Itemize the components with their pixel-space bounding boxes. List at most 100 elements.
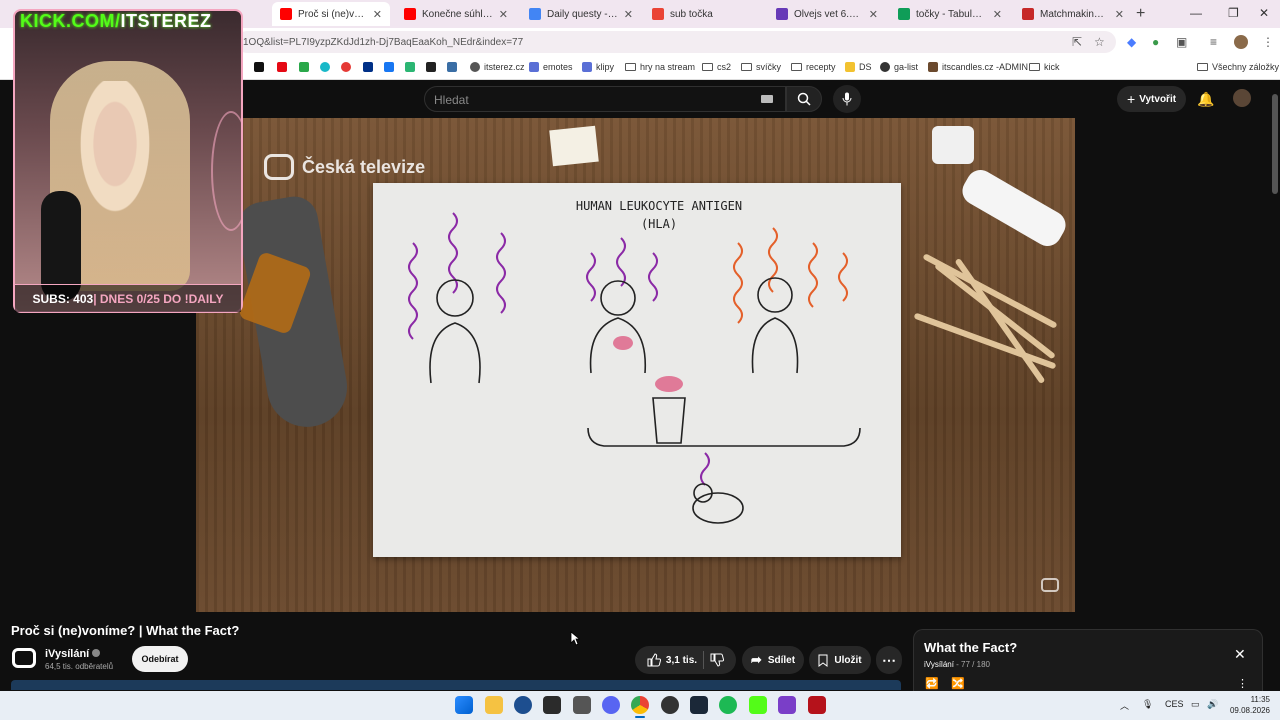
all-bookmarks[interactable]: Všechny záložky <box>1197 62 1279 72</box>
channel-avatar[interactable] <box>12 648 36 668</box>
tab-docs[interactable]: Daily questy - Dokum ✕ <box>521 2 641 26</box>
bookmark-cs2[interactable]: cs2 <box>702 62 731 72</box>
wooden-sticks-prop <box>913 248 1058 388</box>
bookmark-green-icon[interactable] <box>299 62 309 72</box>
tab-sheets[interactable]: točky - Tabulky Goog ✕ <box>890 2 1010 26</box>
search-button[interactable] <box>786 86 822 112</box>
share-button[interactable]: ➦ Sdílet <box>742 646 804 674</box>
bookmark-star-icon[interactable]: ☆ <box>1094 35 1105 49</box>
thumbs-up-icon <box>647 653 661 667</box>
app-triangle-icon[interactable] <box>778 696 796 714</box>
tab-matchmaking[interactable]: Matchmaking - Europ ✕ <box>1014 2 1132 26</box>
tab-close-icon[interactable]: ✕ <box>373 8 382 21</box>
tray-display-icon[interactable]: ▭ <box>1191 699 1200 710</box>
bookmark-facebook-icon[interactable] <box>384 62 394 72</box>
tab-close-icon[interactable]: ✕ <box>499 8 508 21</box>
tab-sub-tocka[interactable]: sub točka <box>644 2 764 26</box>
discord-icon[interactable] <box>602 696 620 714</box>
bookmark-paypal-icon[interactable] <box>363 62 373 72</box>
shield-app-icon[interactable] <box>808 696 826 714</box>
thumbs-down-icon[interactable] <box>710 653 725 667</box>
keyboard-icon[interactable] <box>761 95 773 103</box>
shuffle-icon[interactable]: 🔀 <box>951 677 965 690</box>
bookmark-hry-na-stream[interactable]: hry na stream <box>625 62 695 72</box>
folder-icon <box>741 63 752 71</box>
tab-close-icon[interactable]: ✕ <box>1115 8 1124 21</box>
windows-start-icon[interactable] <box>455 696 473 714</box>
bookmark-netflix-icon[interactable] <box>277 62 287 72</box>
extension-2-icon[interactable]: ● <box>1152 35 1159 49</box>
playlist-menu-icon[interactable]: ⋮ <box>1237 677 1248 690</box>
bookmark-emotes[interactable]: emotes <box>529 62 573 72</box>
description-box[interactable] <box>11 680 901 690</box>
bookmark-edit-icon[interactable] <box>447 62 457 72</box>
extensions-puzzle-icon[interactable]: ▣ <box>1176 35 1187 49</box>
tray-mic-icon[interactable]: 🎙 <box>1142 699 1153 710</box>
bookmark-kick[interactable]: kick <box>1029 62 1060 72</box>
bookmark-tt-icon[interactable] <box>405 62 415 72</box>
loop-icon[interactable]: 🔁 <box>925 677 939 690</box>
bookmark-itscandles[interactable]: itscandles.cz -ADMIN <box>928 62 1028 72</box>
share-arrow-icon: ➦ <box>750 652 762 667</box>
bookmark-download-icon[interactable] <box>426 62 436 72</box>
voice-search-button[interactable] <box>833 85 861 113</box>
video-player[interactable]: Česká televize HUMAN LEUKOCYTE ANTIGEN (… <box>196 118 1075 612</box>
openai-icon[interactable] <box>661 696 679 714</box>
search-icon <box>797 92 811 106</box>
close-playlist-icon[interactable]: ✕ <box>1234 646 1246 663</box>
tab-forms[interactable]: Olvejs vet 6.7 - Formu ✕ <box>768 2 886 26</box>
minimize-icon[interactable]: — <box>1190 6 1202 20</box>
app-x-icon[interactable] <box>573 696 591 714</box>
channel-name-row[interactable]: iVysílání <box>45 648 101 660</box>
playlist-position: - 77 / 180 <box>956 660 990 669</box>
playlist-title[interactable]: What the Fact? <box>924 640 1017 655</box>
search-input[interactable] <box>424 86 786 112</box>
more-actions-icon[interactable]: ⋯ <box>876 646 902 674</box>
globe-icon <box>470 62 480 72</box>
chrome-icon[interactable] <box>631 696 649 714</box>
like-button[interactable]: 3,1 tis. <box>647 653 697 667</box>
bookmark-icon-apps[interactable] <box>254 62 264 72</box>
bookmark-ga-list[interactable]: ga-list <box>880 62 918 72</box>
ccleaner-icon[interactable] <box>514 696 532 714</box>
create-button[interactable]: + Vytvořit <box>1117 86 1187 112</box>
scrollbar-thumb[interactable] <box>1272 94 1278 194</box>
playlist-channel[interactable]: iVysílání <box>924 660 954 669</box>
spotify-icon[interactable] <box>719 696 737 714</box>
kick-app-icon[interactable] <box>749 696 767 714</box>
obs-icon[interactable] <box>543 696 561 714</box>
save-button[interactable]: Uložit <box>809 646 871 674</box>
tab-youtube-2[interactable]: Konečne súhlasil s pr ✕ <box>396 2 516 26</box>
tab-youtube-video[interactable]: Proč si (ne)vonímе ✕ <box>272 2 390 26</box>
tab-close-icon[interactable]: ✕ <box>624 8 633 21</box>
close-window-icon[interactable]: ✕ <box>1259 6 1269 20</box>
bookmark-klipy[interactable]: klipy <box>582 62 614 72</box>
channel-name[interactable]: iVysílání <box>45 648 89 660</box>
bookmark-ds[interactable]: DS <box>845 62 872 72</box>
notifications-bell-icon[interactable]: 🔔 <box>1197 91 1214 108</box>
tray-overflow-icon[interactable]: ︿ <box>1120 699 1129 712</box>
bookmark-red-icon[interactable] <box>341 62 351 72</box>
subscribe-button[interactable]: Odebírat <box>132 646 188 672</box>
tab-close-icon[interactable]: ✕ <box>869 8 878 21</box>
install-icon[interactable]: ⇱ <box>1072 35 1082 49</box>
input-language[interactable]: CES <box>1165 699 1184 709</box>
browser-menu-icon[interactable]: ⋮ <box>1262 35 1274 49</box>
tab-search-icon[interactable]: ≡ <box>1210 35 1217 49</box>
tab-close-icon[interactable]: ✕ <box>993 8 1002 21</box>
volume-icon[interactable]: 🔊 <box>1207 699 1218 710</box>
url-text[interactable]: 1OQ&list=PL7I9yzpZKdJd1zh-Dj7BaqEaaKoh_N… <box>243 37 523 48</box>
bookmark-svicky[interactable]: svíčky <box>741 62 781 72</box>
system-clock[interactable]: 11:35 09.08.2026 <box>1226 694 1270 716</box>
account-avatar[interactable] <box>1233 89 1251 107</box>
file-explorer-icon[interactable] <box>485 696 503 714</box>
new-tab-icon[interactable]: + <box>1136 5 1145 23</box>
plus-icon: + <box>1127 91 1136 107</box>
steam-icon[interactable] <box>690 696 708 714</box>
bookmark-teal-icon[interactable] <box>320 62 330 72</box>
profile-avatar[interactable] <box>1234 35 1248 49</box>
maximize-icon[interactable]: ❐ <box>1228 6 1239 20</box>
extension-icon[interactable]: ◆ <box>1127 35 1136 49</box>
bookmark-recepty[interactable]: recepty <box>791 62 836 72</box>
bookmark-itsterez[interactable]: itsterez.cz <box>470 62 525 72</box>
